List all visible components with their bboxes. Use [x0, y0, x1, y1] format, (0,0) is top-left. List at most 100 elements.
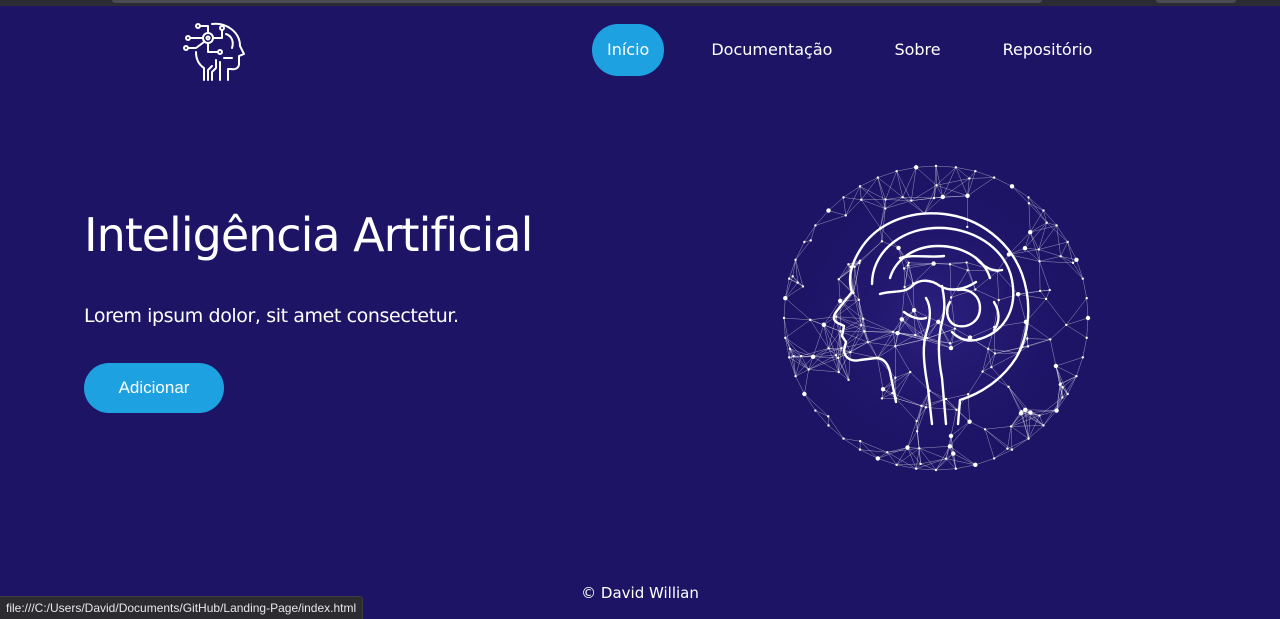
- network-node: [948, 444, 952, 448]
- main-nav: Início Documentação Sobre Repositório: [592, 24, 1107, 76]
- network-node: [789, 348, 791, 350]
- network-node: [1038, 414, 1040, 416]
- network-node: [802, 285, 804, 287]
- network-node: [967, 393, 969, 395]
- network-node: [839, 330, 841, 332]
- hero-subtitle: Lorem ipsum dolor, sit amet consectetur.: [84, 305, 459, 327]
- network-node: [858, 262, 860, 264]
- network-node: [1023, 408, 1027, 412]
- network-node: [863, 330, 865, 332]
- network-node: [909, 371, 911, 373]
- network-node: [803, 241, 805, 243]
- landing-page: Início Documentação Sobre Repositório In…: [0, 6, 1280, 618]
- network-node: [967, 419, 971, 423]
- network-node: [802, 392, 806, 396]
- network-node: [984, 428, 986, 430]
- nav-item-inicio[interactable]: Início: [592, 24, 664, 76]
- network-node: [1038, 260, 1040, 262]
- network-node: [915, 420, 917, 422]
- network-node: [845, 214, 847, 216]
- network-node: [814, 224, 816, 226]
- network-node: [945, 457, 947, 459]
- network-node: [900, 317, 904, 321]
- network-node: [827, 347, 829, 349]
- network-node: [881, 240, 883, 242]
- network-node: [965, 194, 969, 198]
- network-node: [895, 464, 897, 466]
- network-node: [827, 415, 829, 417]
- network-node: [894, 377, 896, 379]
- network-node: [867, 341, 869, 343]
- browser-toolbar-edge: [1156, 0, 1236, 3]
- network-node: [966, 226, 968, 228]
- network-node: [835, 354, 837, 356]
- adicionar-button[interactable]: Adicionar: [84, 363, 224, 413]
- network-node: [955, 467, 957, 469]
- network-node: [931, 261, 935, 265]
- ai-head-circuit-icon[interactable]: [182, 18, 246, 82]
- network-node: [974, 288, 976, 290]
- network-node: [827, 424, 829, 426]
- network-node: [908, 262, 910, 264]
- network-node: [1042, 424, 1044, 426]
- network-node: [1027, 437, 1029, 439]
- network-node: [1082, 356, 1084, 358]
- network-node: [990, 366, 992, 368]
- network-node: [881, 387, 885, 391]
- network-node: [814, 409, 816, 411]
- network-node: [877, 176, 879, 178]
- network-node: [951, 451, 955, 455]
- network-node: [1010, 425, 1012, 427]
- network-node: [973, 463, 977, 467]
- network-node: [838, 278, 840, 280]
- network-node: [949, 342, 951, 344]
- network-node: [796, 281, 798, 283]
- network-node: [1085, 297, 1087, 299]
- network-node: [901, 196, 903, 198]
- nav-item-sobre[interactable]: Sobre: [879, 24, 955, 76]
- network-node: [914, 334, 916, 336]
- network-node: [895, 170, 897, 172]
- network-node: [1066, 241, 1068, 243]
- network-node: [1061, 396, 1063, 398]
- network-node: [1061, 386, 1063, 388]
- network-node: [807, 368, 809, 370]
- nav-item-repositorio[interactable]: Repositório: [988, 24, 1108, 76]
- network-node: [926, 337, 928, 339]
- network-node: [1054, 408, 1058, 412]
- network-node: [792, 355, 794, 357]
- network-node: [974, 170, 976, 172]
- network-node: [994, 352, 996, 354]
- network-node: [936, 320, 940, 324]
- network-node: [950, 296, 952, 298]
- network-node: [903, 286, 905, 288]
- network-node: [847, 379, 849, 381]
- network-node: [903, 267, 905, 269]
- network-node: [1086, 316, 1090, 320]
- network-node: [1039, 290, 1041, 292]
- nav-item-documentacao[interactable]: Documentação: [696, 24, 847, 76]
- network-node: [853, 266, 855, 268]
- network-node: [1072, 262, 1074, 264]
- network-node: [810, 239, 812, 241]
- network-node: [945, 398, 947, 400]
- network-node: [800, 355, 802, 357]
- network-node: [826, 208, 830, 212]
- network-node: [914, 165, 918, 169]
- network-node: [1007, 386, 1009, 388]
- network-node: [955, 166, 957, 168]
- network-node: [1082, 277, 1084, 279]
- network-node: [837, 357, 839, 359]
- network-node: [933, 197, 935, 199]
- network-node: [822, 323, 826, 327]
- network-node: [859, 259, 861, 261]
- network-node: [881, 397, 883, 399]
- network-node: [949, 263, 951, 265]
- network-node: [858, 299, 860, 301]
- network-node: [884, 198, 886, 200]
- network-node: [968, 177, 970, 179]
- network-node: [1028, 202, 1030, 204]
- network-node: [1045, 222, 1047, 224]
- network-node: [788, 356, 790, 358]
- network-node: [859, 185, 861, 187]
